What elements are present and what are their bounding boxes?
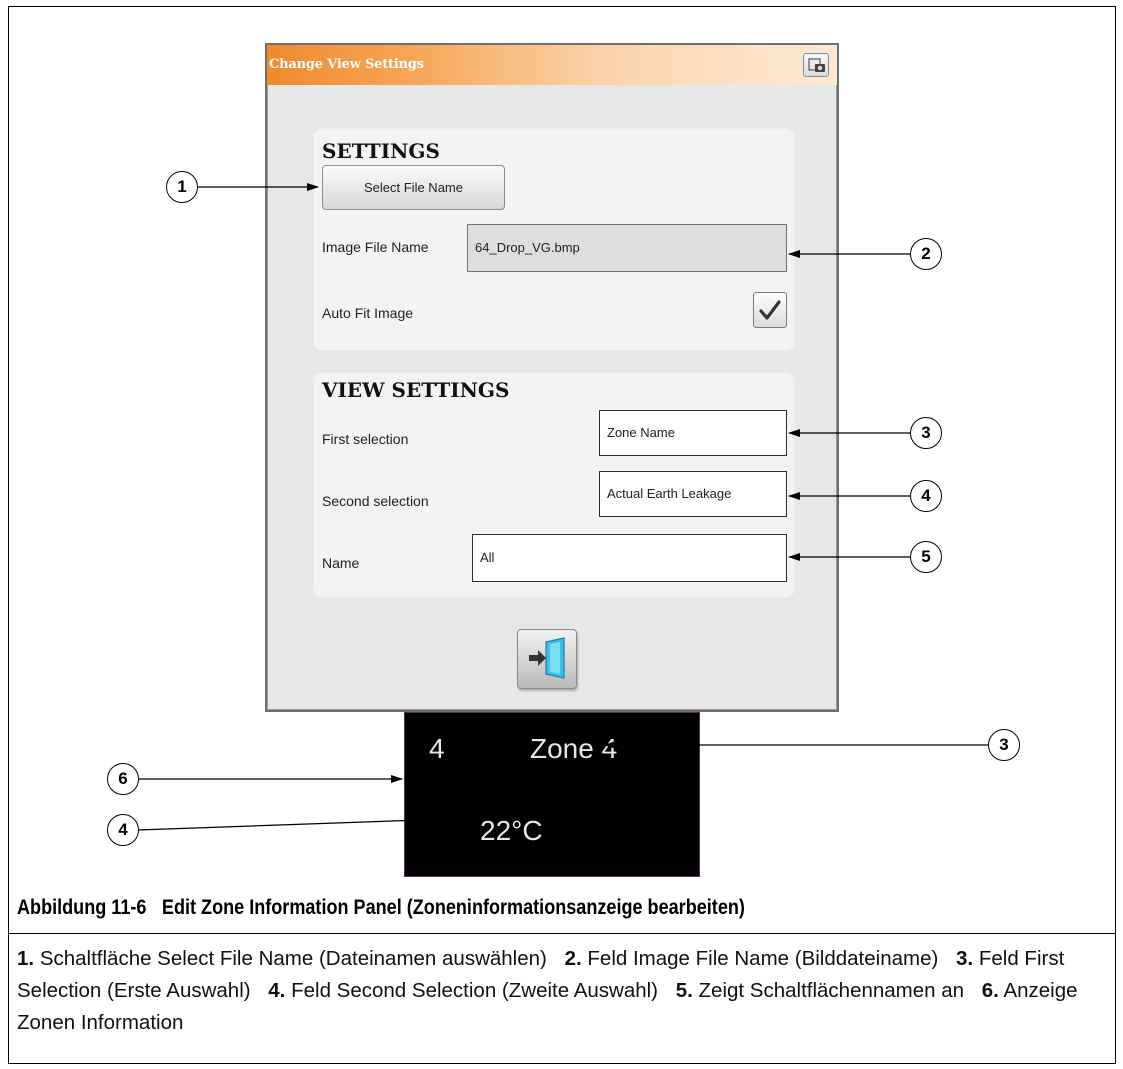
legend-item: 5. Zeigt Schaltflächennamen an xyxy=(675,979,965,1002)
callout-6: 6 xyxy=(107,763,139,795)
callout-3-zone: 3 xyxy=(988,729,1020,761)
caption-divider xyxy=(8,933,1116,934)
callout-1: 1 xyxy=(166,171,198,203)
figure-number: Abbildung 11-6 xyxy=(17,896,147,919)
legend-item: 1. Schaltfläche Select File Name (Datein… xyxy=(17,947,547,970)
callout-5: 5 xyxy=(910,541,942,573)
legend-item: 2. Feld Image File Name (Bilddateiname) xyxy=(564,947,939,970)
figure-title: Edit Zone Information Panel (Zoneninform… xyxy=(161,896,745,919)
callout-4-zone: 4 xyxy=(107,814,139,846)
callout-2: 2 xyxy=(910,238,942,270)
caption-legend: 1. Schaltfläche Select File Name (Datein… xyxy=(17,943,1097,1039)
figure-caption-title: Abbildung 11-6 Edit Zone Information Pane… xyxy=(17,896,745,920)
callout-4: 4 xyxy=(910,480,942,512)
callout-lines xyxy=(137,183,988,831)
callout-3: 3 xyxy=(910,417,942,449)
legend-item: 4. Feld Second Selection (Zweite Auswahl… xyxy=(268,979,659,1002)
